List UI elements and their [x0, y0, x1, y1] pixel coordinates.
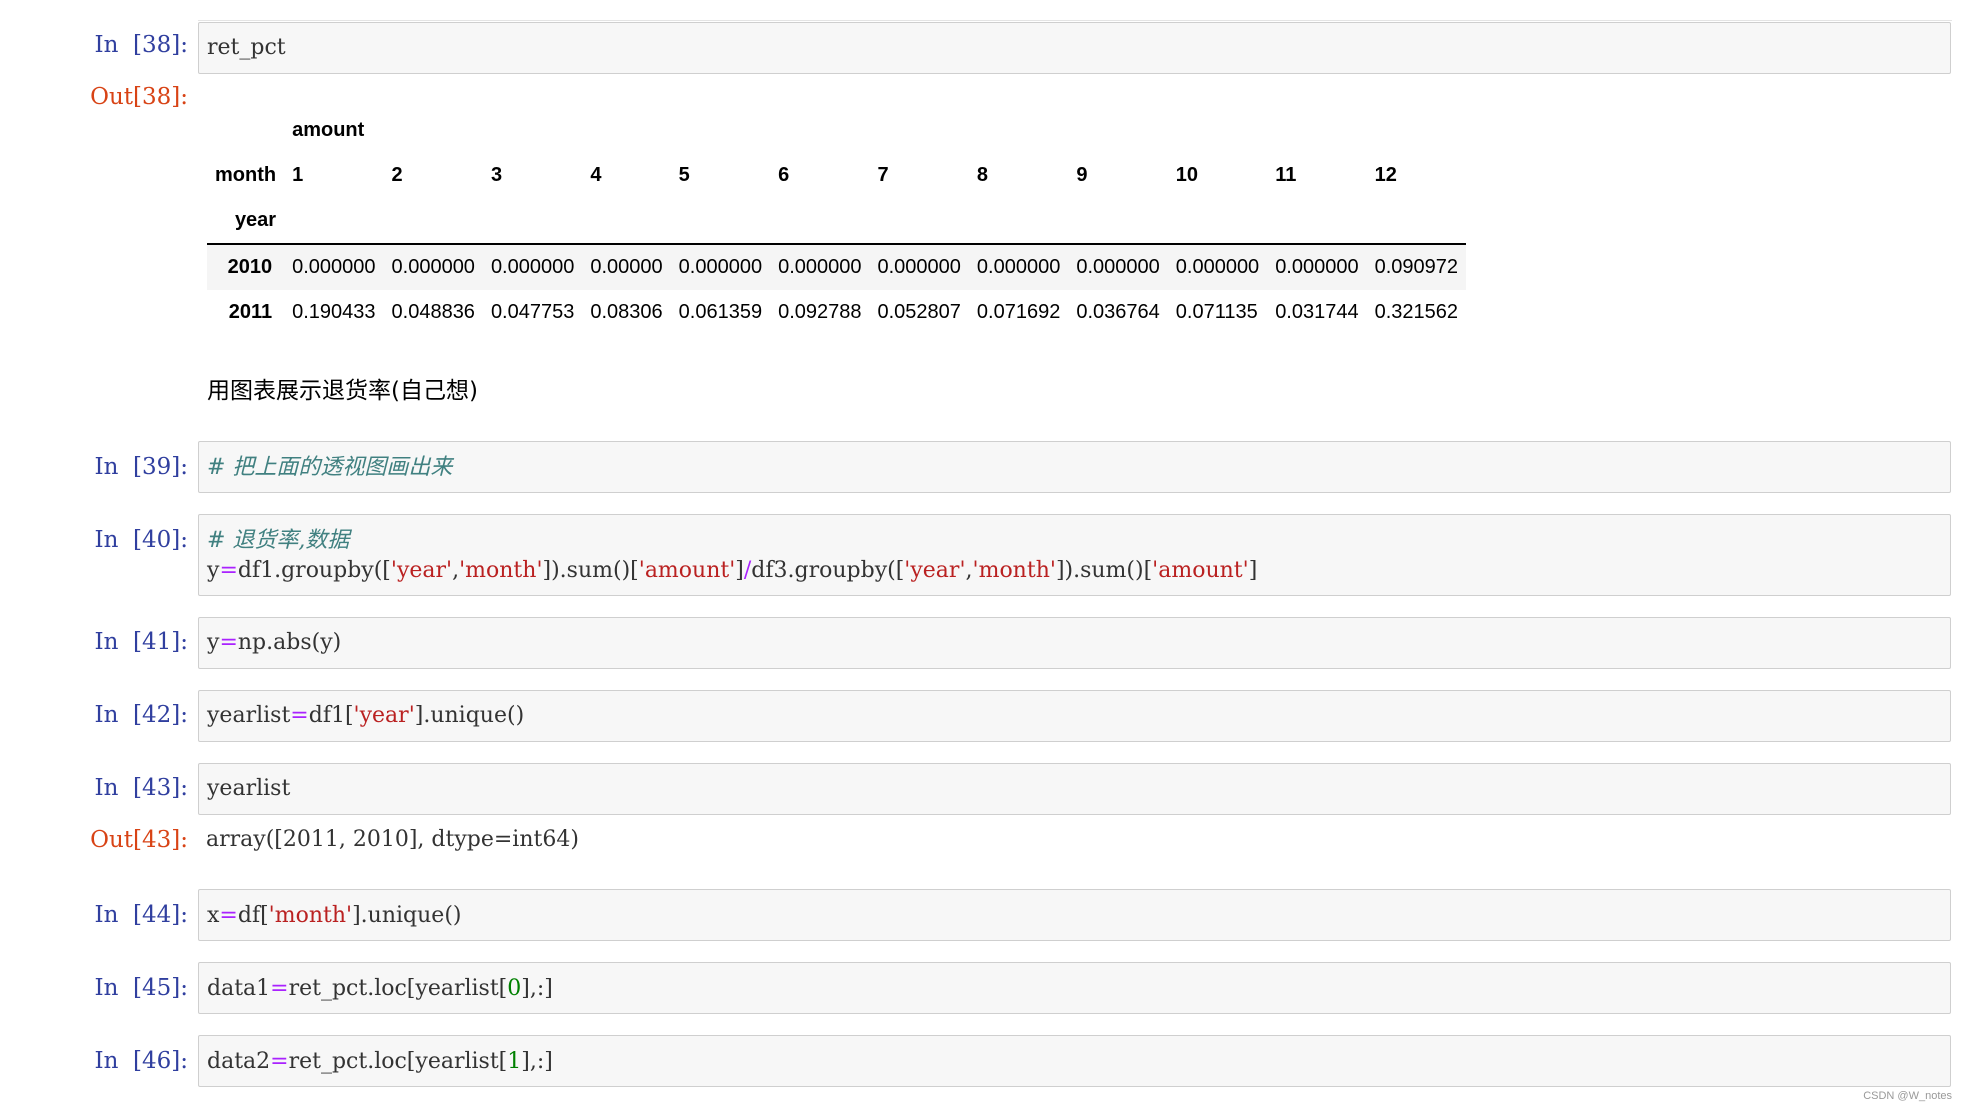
output-text-43: array([2011, 2010], dtype=int64) [206, 827, 579, 852]
code-cell-44[interactable]: x=df['month'].unique() [198, 889, 1951, 941]
input-prompt-40: In [40]: [94, 527, 188, 553]
code-line: y=df1.groupby(['year','month']).sum()['a… [207, 558, 1258, 583]
table-cell: 0.031744 [1275, 301, 1359, 323]
table-row: 2011 0.190433 0.048836 0.047753 0.08306 0.061… [207, 290, 1466, 335]
code-line: # 退货率,数据 [207, 528, 350, 553]
table-cell: 0.00000 [590, 256, 663, 278]
table-cell: 0.190433 [292, 301, 376, 323]
output-prompt-43: Out[43]: [90, 827, 188, 853]
column-header: 7 [877, 164, 889, 186]
table-cell: 0.000000 [490, 256, 575, 278]
table-cell: 0.000000 [778, 256, 862, 278]
table-cell: 0.08306 [590, 301, 663, 323]
table-cell: 0.000000 [1275, 256, 1359, 278]
code-cell-45[interactable]: data1=ret_pct.loc[yearlist[0],:] [198, 962, 1951, 1014]
dataframe-table: amount month 1 2 3 4 5 6 7 8 9 10 11 12 year 2010 0.… [207, 108, 1467, 335]
input-prompt-42: In [42]: [94, 702, 188, 728]
input-prompt-41: In [41]: [94, 629, 188, 655]
table-header-row: year [207, 198, 1467, 245]
input-prompt-39: In [39]: [94, 454, 188, 480]
input-prompt-43: In [43]: [94, 775, 188, 801]
table-cell: 0.047753 [490, 301, 575, 323]
column-header: 3 [490, 164, 503, 186]
row-index: 2010 [227, 256, 273, 278]
table-row: 2010 0.000000 0.000000 0.000000 0.00000 0.000… [207, 244, 1467, 290]
table-cell: 0.000000 [1175, 256, 1260, 278]
column-header: 6 [778, 164, 790, 186]
table-cell: 0.090972 [1374, 256, 1459, 278]
code-line: yearlist [207, 776, 291, 801]
column-header: 12 [1374, 164, 1397, 186]
code-line: y=np.abs(y) [207, 630, 342, 655]
table-cell: 0.071692 [976, 301, 1061, 323]
columns-name: month [215, 164, 277, 186]
table-cell: 0.000000 [976, 256, 1061, 278]
column-header: 4 [590, 164, 602, 186]
code-line: # 把上面的透视图画出来 [207, 455, 453, 480]
column-header: 11 [1275, 164, 1297, 186]
table-cell: 0.061359 [678, 301, 763, 323]
input-prompt-44: In [44]: [94, 902, 188, 928]
column-header: 2 [391, 164, 403, 186]
previous-cell-edge [198, 0, 1952, 21]
column-group-header: amount [292, 119, 365, 141]
table-cell: 0.000000 [391, 256, 475, 278]
code-cell-43[interactable]: yearlist [198, 763, 1951, 815]
code-line: ret_pct [207, 35, 286, 60]
column-header: 10 [1175, 164, 1199, 186]
output-prompt-38: Out[38]: [90, 84, 188, 110]
table-cell: 0.052807 [877, 301, 961, 323]
table-cell: 0.071135 [1175, 301, 1258, 323]
table-cell: 0.321562 [1374, 301, 1459, 323]
table-header-row: amount [207, 108, 1466, 153]
table-cell: 0.000000 [877, 256, 961, 278]
row-index: 2011 [228, 301, 273, 323]
input-prompt-45: In [45]: [94, 975, 188, 1001]
code-line: yearlist=df1['year'].unique() [207, 703, 525, 728]
code-cell-41[interactable]: y=np.abs(y) [198, 617, 1951, 669]
table-header-row: month 1 2 3 4 5 6 7 8 9 10 11 12 [207, 153, 1466, 198]
table-cell: 0.092788 [778, 301, 862, 323]
table-cell: 0.000000 [678, 256, 763, 278]
watermark: CSDN @W_notes [1863, 1090, 1952, 1102]
column-header: 8 [976, 164, 989, 186]
markdown-text: 用图表展示退货率(自己想) [207, 378, 478, 404]
table-cell: 0.000000 [1076, 256, 1160, 278]
index-name: year [207, 198, 285, 245]
code-cell-46[interactable]: data2=ret_pct.loc[yearlist[1],:] [198, 1035, 1951, 1087]
code-line: data2=ret_pct.loc[yearlist[1],:] [207, 1049, 553, 1074]
input-prompt-38: In [38]: [94, 32, 188, 58]
code-line: data1=ret_pct.loc[yearlist[0],:] [207, 976, 553, 1001]
column-header: 1 [292, 164, 304, 186]
code-cell-40[interactable]: # 退货率,数据 y=df1.groupby(['year','month'])… [198, 514, 1951, 596]
table-cell: 0.000000 [292, 256, 376, 278]
input-prompt-46: In [46]: [94, 1048, 188, 1074]
code-line: x=df['month'].unique() [207, 903, 462, 928]
column-header: 5 [678, 164, 690, 186]
table-cell: 0.048836 [391, 301, 475, 323]
code-cell-42[interactable]: yearlist=df1['year'].unique() [198, 690, 1951, 742]
table-cell: 0.036764 [1076, 301, 1160, 323]
column-header: 9 [1076, 164, 1088, 186]
code-cell-38[interactable]: ret_pct [198, 22, 1951, 74]
code-cell-39[interactable]: # 把上面的透视图画出来 [198, 441, 1951, 493]
